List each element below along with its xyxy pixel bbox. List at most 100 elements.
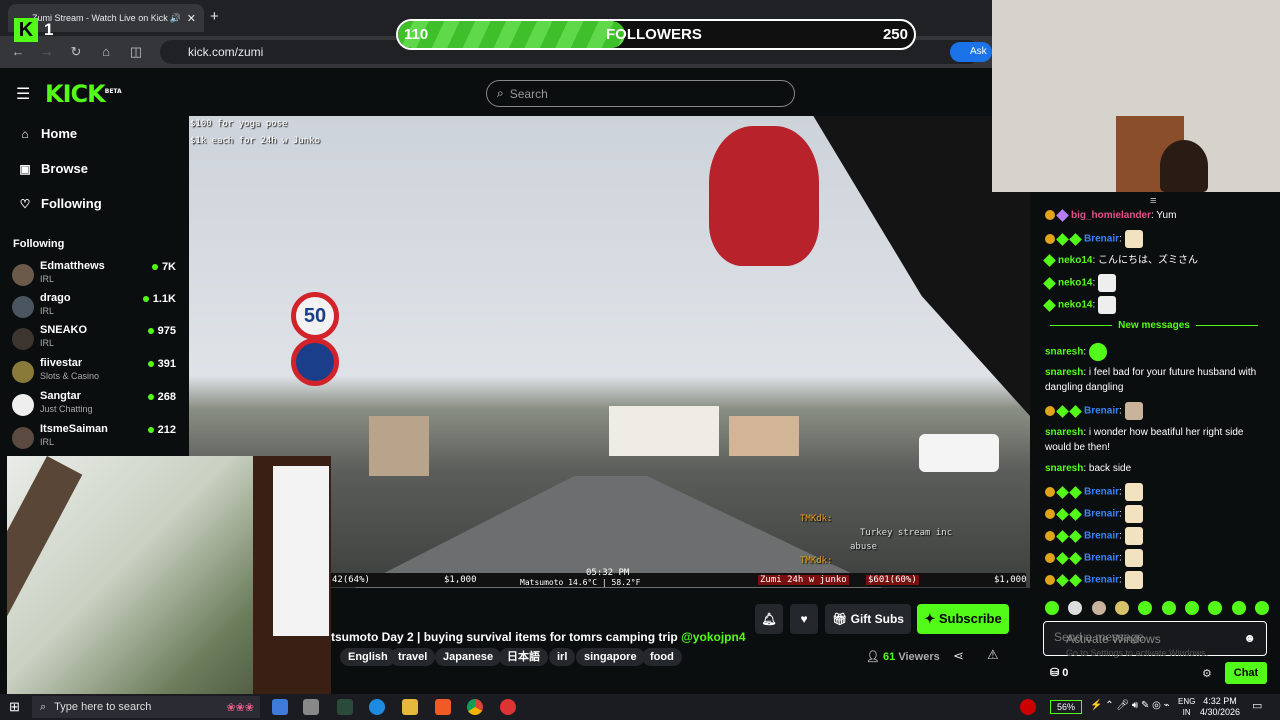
obs-icon[interactable] <box>500 699 516 715</box>
home-browser-icon[interactable]: ⌂ <box>96 42 116 62</box>
viewer-count: 975 <box>148 325 176 337</box>
chat-message: snaresh: <box>1045 343 1267 361</box>
tray-app-icon[interactable] <box>1020 699 1036 715</box>
taskbar-clock[interactable]: 4:32 PM 4/30/2026 <box>1200 696 1240 718</box>
emote-icon[interactable] <box>1091 601 1106 615</box>
chat-emote <box>1124 483 1143 501</box>
battery-indicator[interactable]: 56% <box>1050 700 1082 714</box>
chat-message: snaresh: i feel bad for your future husb… <box>1045 367 1257 393</box>
no-parking-sign <box>291 338 339 386</box>
video-info-bar: 42(64%) $1,000 05:32 PM Matsumoto 14.6°C… <box>330 568 1027 587</box>
tag-pill[interactable]: travel <box>390 648 436 666</box>
following-channel[interactable]: drago IRL 1.1K <box>12 292 180 324</box>
app-icon[interactable] <box>303 699 319 715</box>
video-building <box>369 416 429 476</box>
channel-name: fiivestar <box>40 357 83 369</box>
kick-count: 1 <box>44 20 54 39</box>
edge-icon[interactable] <box>369 699 385 715</box>
share-icon[interactable]: ⋖ <box>953 648 964 664</box>
calculator-icon[interactable] <box>272 699 288 715</box>
taskbar-search-input[interactable]: ⌕ Type here to search ❀❀❀ <box>32 696 260 718</box>
tag-pill[interactable]: singapore <box>576 648 645 666</box>
kick-logo[interactable]: KICKBETA <box>45 80 122 108</box>
stream-title: tsumoto Day 2 | buying survival items fo… <box>331 630 746 644</box>
notification-icon[interactable]: ▭ <box>1252 699 1262 712</box>
brave-icon[interactable] <box>435 699 451 715</box>
emote-icon[interactable] <box>1114 601 1129 615</box>
terminal-icon[interactable] <box>337 699 353 715</box>
emote-icon[interactable] <box>1254 601 1269 615</box>
notification-bell-button[interactable]: 🔔︎ <box>755 604 783 634</box>
chat-menu-icon[interactable]: ≡ <box>1150 195 1156 207</box>
chat-settings-icon[interactable]: ⚙ <box>1202 667 1212 680</box>
emote-icon[interactable] <box>1184 601 1199 615</box>
emoji-icon[interactable]: ☻ <box>1243 631 1256 645</box>
report-icon[interactable]: ⚠ <box>987 647 999 663</box>
emote-icon[interactable] <box>1208 601 1223 615</box>
close-tab-icon[interactable]: ✕ <box>187 12 196 25</box>
chat-emote <box>1124 230 1143 248</box>
language-indicator[interactable]: ENG IN <box>1178 696 1195 718</box>
speaker-icon[interactable]: 🔊 <box>170 13 181 24</box>
chat-message: Brenair: <box>1045 527 1267 545</box>
following-channel[interactable]: fiivestar Slots & Casino 391 <box>12 357 180 389</box>
sidebar-item-home[interactable]: ⌂ Home <box>17 126 77 141</box>
camera-window <box>273 466 329 636</box>
chrome-icon[interactable] <box>467 699 483 715</box>
camera-tree-trunk <box>7 456 83 698</box>
video-car <box>919 434 999 472</box>
emote-icon[interactable] <box>1045 601 1059 615</box>
heart-icon: ♥ <box>800 612 808 626</box>
tag-pill[interactable]: irl <box>549 648 576 666</box>
gift-subs-button[interactable]: 🎁︎ Gift Subs <box>825 604 911 634</box>
viewer-count: 👤︎ 61 Viewers <box>866 651 940 663</box>
search-input[interactable]: ⌕ Search <box>486 80 795 107</box>
windows-start-icon[interactable]: ⊞ <box>9 699 20 715</box>
channel-points[interactable]: ⛁ 0 <box>1050 666 1068 679</box>
chat-emote <box>1124 505 1143 523</box>
back-icon[interactable]: ← <box>8 42 28 62</box>
tag-pill[interactable]: Japanese <box>435 648 502 666</box>
tag-pill[interactable]: English <box>340 648 396 666</box>
points-icon: ⛁ <box>1050 667 1063 679</box>
viewer-count: 212 <box>148 424 176 436</box>
video-building <box>729 416 799 456</box>
emote-icon[interactable] <box>1161 601 1176 615</box>
sidepanel-icon[interactable]: ◫ <box>126 42 146 62</box>
emote-icon[interactable] <box>1068 601 1083 615</box>
emote-icon[interactable] <box>1231 601 1246 615</box>
url-text: kick.com/zumi <box>188 45 264 59</box>
forward-icon[interactable]: → <box>37 42 57 62</box>
viewer-count: 391 <box>148 358 176 370</box>
tag-pill[interactable]: 日本語 <box>499 648 548 666</box>
chat-send-button[interactable]: Chat <box>1225 662 1267 684</box>
reload-icon[interactable]: ↻ <box>66 42 86 62</box>
speed-sign: 50 <box>291 292 339 340</box>
tag-pill[interactable]: food <box>642 648 682 666</box>
webcam-person <box>1160 140 1208 192</box>
video-overlay-text: $100 for yoga pose $1k each for 24h w Ju… <box>190 119 321 146</box>
follow-heart-button[interactable]: ♥ <box>790 604 818 634</box>
new-messages-divider[interactable]: New messages <box>1040 320 1268 331</box>
sidebar-item-following[interactable]: ♡ Following <box>17 196 102 211</box>
emote-icon[interactable] <box>1138 601 1153 615</box>
chat-message: Brenair: <box>1045 483 1267 501</box>
subscribe-button[interactable]: ✦ Subscribe <box>917 604 1009 634</box>
chat-emote <box>1124 527 1143 545</box>
following-channel[interactable]: ItsmeSaiman IRL 212 <box>12 423 180 455</box>
tray-icons[interactable]: ⚡ ⌃ 🎤︎ 🔊︎ ✎ ◎ ⌁ <box>1090 700 1170 711</box>
emote-quick-row[interactable] <box>1045 601 1269 617</box>
chat-emote <box>1098 296 1117 314</box>
secondary-camera-overlay <box>7 456 331 698</box>
stream-mention[interactable]: @yokojpn4 <box>681 630 745 644</box>
avatar <box>12 394 34 416</box>
hamburger-menu-icon[interactable]: ☰ <box>16 84 30 104</box>
file-explorer-icon[interactable] <box>402 699 418 715</box>
ask-button[interactable]: Ask <box>950 42 992 62</box>
following-channel[interactable]: Edmatthews IRL 7K <box>12 260 180 292</box>
following-channel[interactable]: Sangtar Just Chatting 268 <box>12 390 180 422</box>
sidebar-item-browse[interactable]: ▣ Browse <box>17 161 88 176</box>
following-channel[interactable]: SNEAKO IRL 975 <box>12 324 180 356</box>
heart-icon: ♡ <box>19 196 31 211</box>
new-tab-button[interactable]: + <box>210 8 219 25</box>
